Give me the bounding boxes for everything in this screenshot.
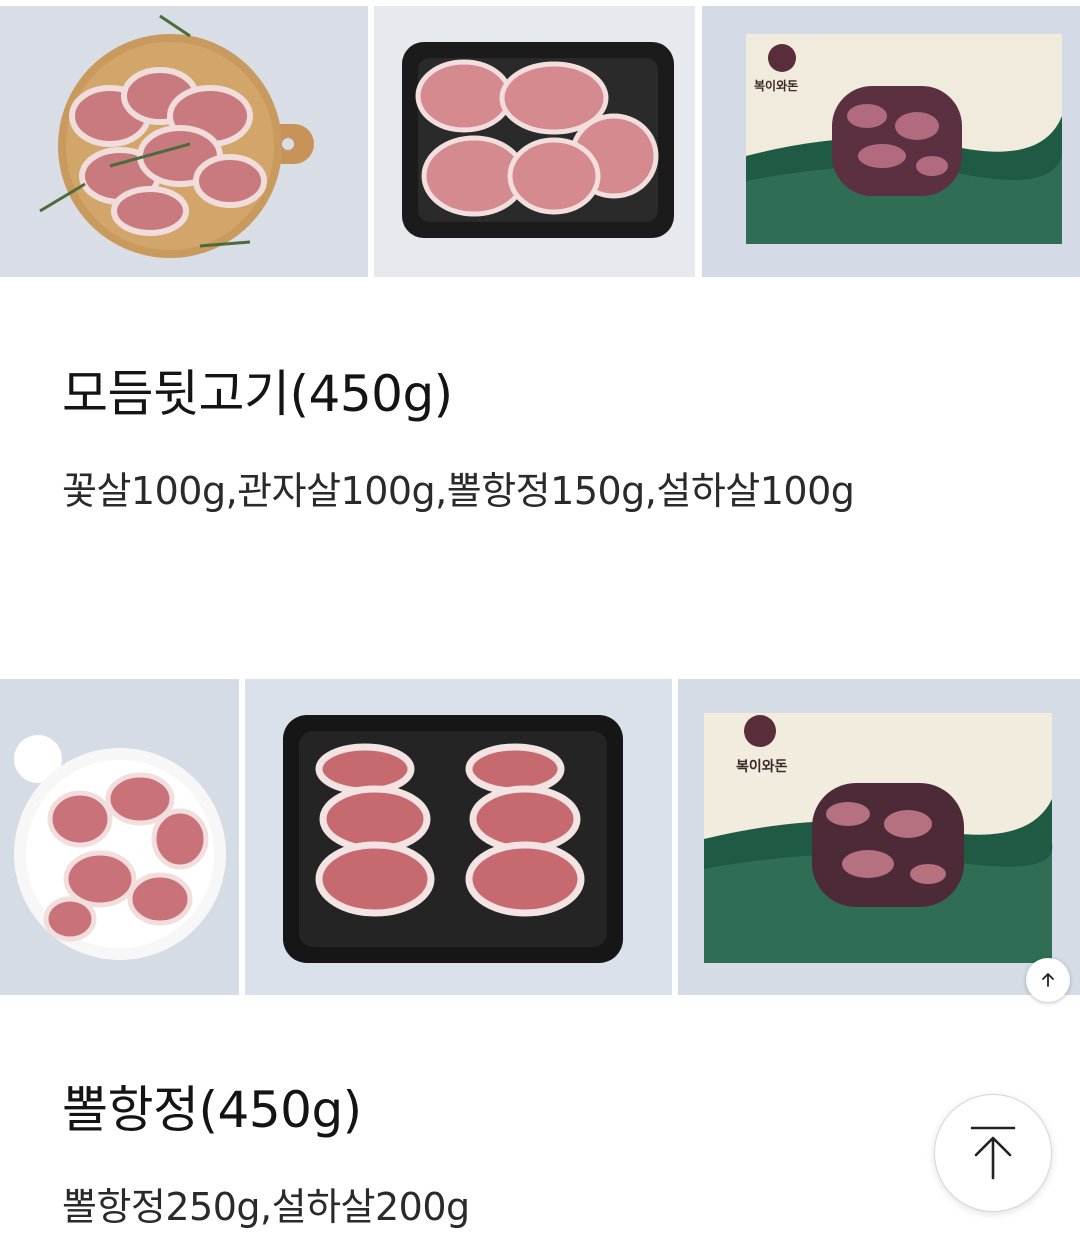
brand-logo-text: 복이와돈 [754,78,798,93]
product-2-title: 뽈항정(450g) [62,1081,362,1139]
product-1-photo-tray[interactable] [374,6,695,277]
arrow-up-icon [1042,973,1054,987]
meat-on-white-plate-image [0,679,239,995]
product-1-title: 모듬뒷고기(450g) [62,365,453,423]
scroll-up-small-button[interactable] [1026,958,1070,1002]
product-2-photo-tray[interactable] [245,679,672,995]
product-2-photo-row: 복이와돈 [0,679,1080,995]
scroll-to-top-button[interactable] [934,1094,1052,1212]
arrow-to-top-icon [970,1126,1016,1180]
product-2-photo-plate[interactable] [0,679,239,995]
meat-in-black-tray-image-2 [245,679,672,995]
brand-logo-text-2: 복이와돈 [736,758,788,775]
product-1-photo-gift-box[interactable]: 복이와돈 [702,6,1080,277]
product-1-photo-row: 복이와돈 [0,6,1080,277]
gift-box-image-2: 복이와돈 [678,679,1080,995]
product-2-description: 뽈항정250g,설하살200g [62,1185,470,1229]
product-1-photo-cutting-board[interactable] [0,6,368,277]
product-2-photo-gift-box[interactable]: 복이와돈 [678,679,1080,995]
product-1-description: 꽃살100g,관자살100g,뽈항정150g,설하살100g [62,469,855,513]
gift-box-image: 복이와돈 [702,6,1080,277]
meat-in-black-tray-image [374,6,695,277]
meat-on-cutting-board-image [0,6,368,277]
